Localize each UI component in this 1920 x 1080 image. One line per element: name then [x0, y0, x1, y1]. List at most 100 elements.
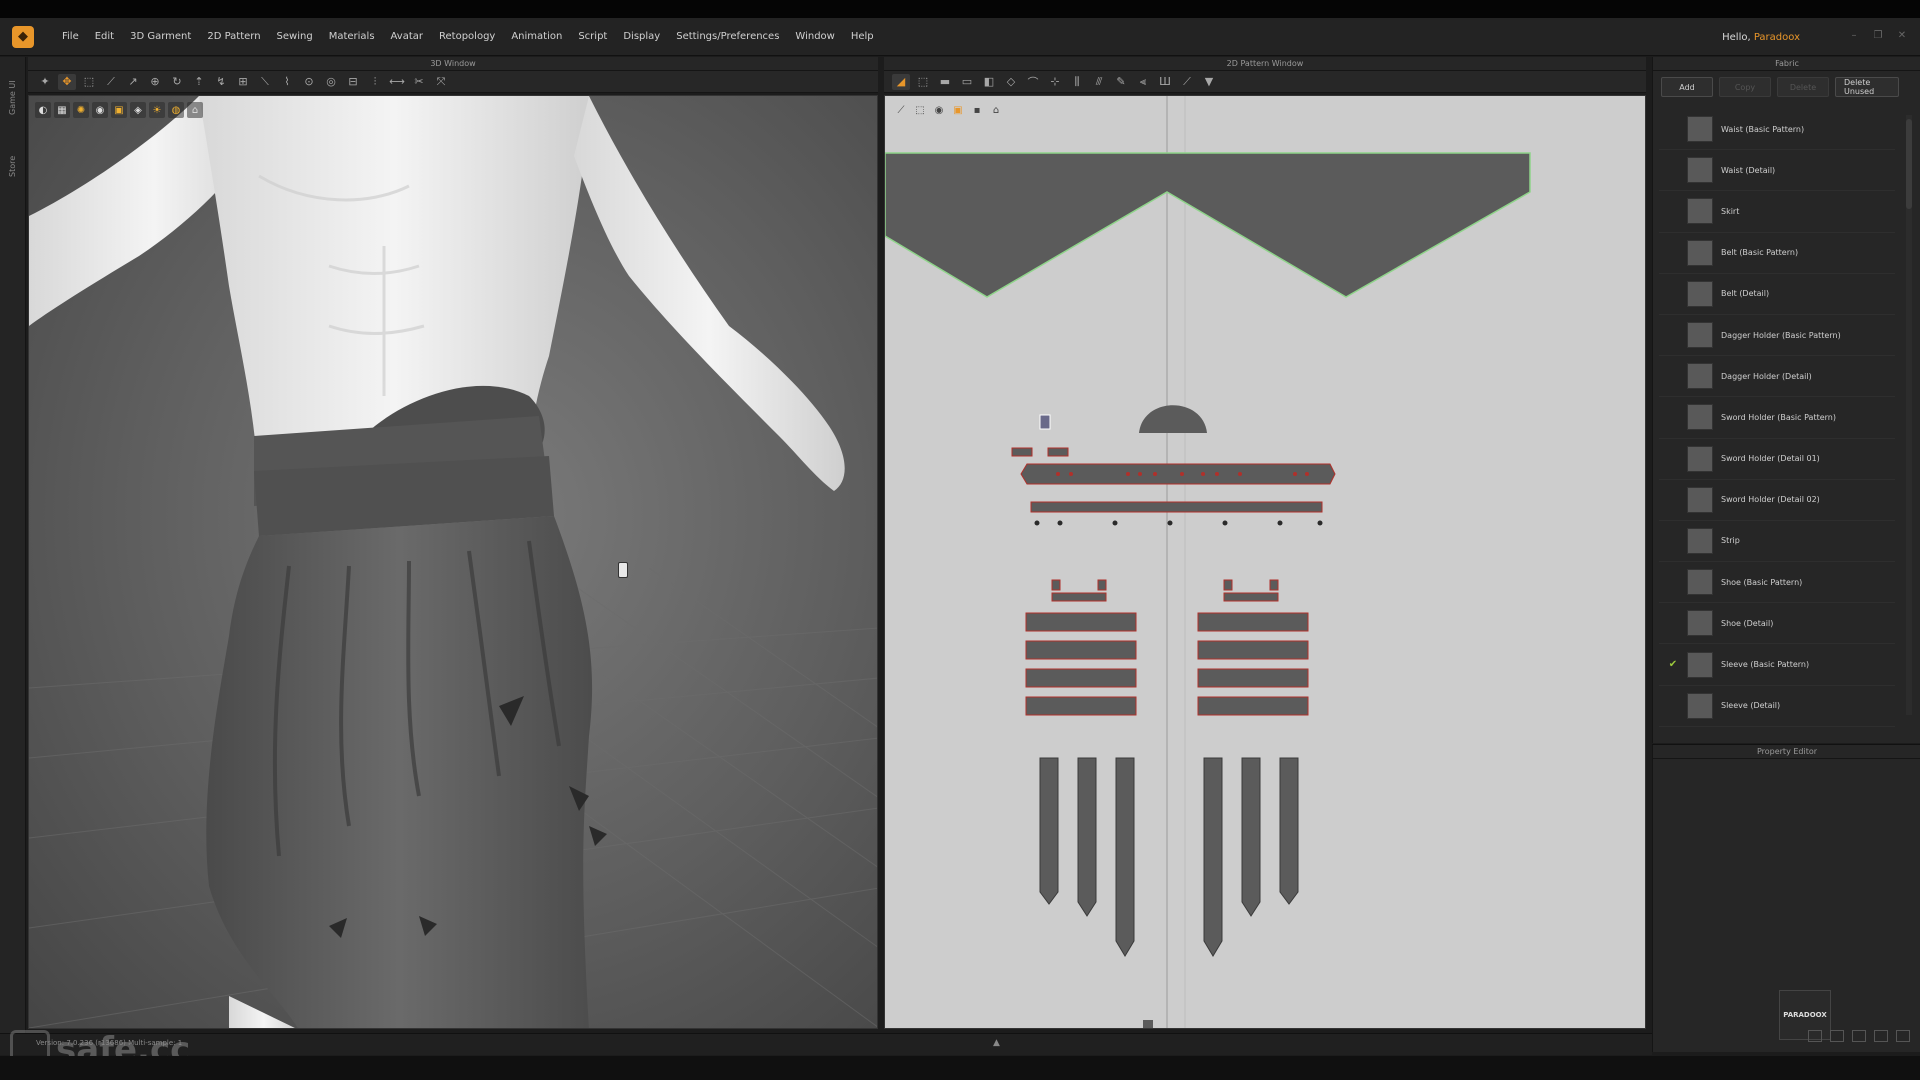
delete-unused-button[interactable]: Delete Unused	[1835, 77, 1899, 97]
lift-icon[interactable]: ⇡	[190, 74, 208, 90]
shading-icon[interactable]: ◍	[168, 102, 184, 118]
free-sewing-icon[interactable]: ⫻	[1090, 74, 1108, 90]
menu-file[interactable]: File	[54, 31, 87, 42]
copy-fabric-button[interactable]: Copy	[1719, 77, 1771, 97]
pin-icon[interactable]: ↗	[124, 74, 142, 90]
add-fabric-button[interactable]: Add	[1661, 77, 1713, 97]
texture-icon[interactable]: ▣	[111, 102, 127, 118]
render-icon[interactable]: ☀	[149, 102, 165, 118]
fabric-list-item[interactable]: Sword Holder (Detail 01)	[1659, 439, 1895, 480]
menu-edit[interactable]: Edit	[87, 31, 122, 42]
layout-single-icon[interactable]	[1808, 1030, 1822, 1042]
menu-window[interactable]: Window	[787, 31, 842, 42]
fabric-list-item[interactable]: Sleeve (Detail)	[1659, 686, 1895, 727]
menu-retopology[interactable]: Retopology	[431, 31, 503, 42]
2d-pattern-viewport[interactable]: ⟋ ⬚ ◉ ▣ ▪ ⌂	[884, 95, 1646, 1029]
delete-fabric-button[interactable]: Delete	[1777, 77, 1829, 97]
restore-icon[interactable]: ❐	[1872, 30, 1884, 42]
pattern-annotation-icon[interactable]: ▼	[1200, 74, 1218, 90]
measure-icon[interactable]: ⟷	[388, 74, 406, 90]
rectangle-icon[interactable]: ▬	[936, 74, 954, 90]
segment-sewing-icon[interactable]: ⫼	[1068, 74, 1086, 90]
menu-script[interactable]: Script	[570, 31, 615, 42]
fold-icon[interactable]: ⟋	[102, 74, 120, 90]
fabric-list-item[interactable]: Shoe (Detail)	[1659, 603, 1895, 645]
fold-arrangement-icon[interactable]: ⫷	[1134, 74, 1152, 90]
move-icon[interactable]: ✥	[58, 73, 76, 90]
zipper-icon[interactable]: ⫶	[366, 74, 384, 90]
add-point-icon[interactable]: ⊹	[1046, 74, 1064, 90]
layout-grid-icon[interactable]	[1874, 1030, 1888, 1042]
menu-display[interactable]: Display	[615, 31, 668, 42]
fabric-list-item[interactable]: Skirt	[1659, 191, 1895, 233]
menu-avatar[interactable]: Avatar	[383, 31, 431, 42]
pleat-icon[interactable]: Ш	[1156, 74, 1174, 90]
buttonhole-icon[interactable]: ⊟	[344, 74, 362, 90]
select-icon[interactable]: ✦	[36, 74, 54, 90]
fabric-swatch[interactable]	[1687, 610, 1713, 637]
fabric-list-item[interactable]: ✔ Sleeve (Basic Pattern)	[1659, 644, 1895, 686]
edit-pattern-icon[interactable]: ⬚	[914, 74, 932, 90]
fabric-swatch[interactable]	[1687, 116, 1713, 143]
menu-2d-pattern[interactable]: 2D Pattern	[199, 31, 268, 42]
fabric-swatch[interactable]	[1687, 239, 1713, 266]
expand-up-icon[interactable]: ▲	[993, 1038, 1000, 1048]
fabric-list-item[interactable]: Shoe (Basic Pattern)	[1659, 562, 1895, 604]
menu-materials[interactable]: Materials	[321, 31, 383, 42]
internal-shape-icon[interactable]: ◧	[980, 74, 998, 90]
gizmo-marker-icon[interactable]	[618, 562, 628, 578]
rotate-icon[interactable]: ↻	[168, 74, 186, 90]
close-icon[interactable]: ✕	[1896, 30, 1908, 42]
minimize-icon[interactable]: –	[1848, 30, 1860, 42]
avatar-display-icon[interactable]: ◐	[35, 102, 51, 118]
app-logo-icon[interactable]: ◆	[12, 25, 34, 48]
tab-store[interactable]: Store	[8, 156, 17, 177]
fabric-list-item[interactable]: Belt (Basic Pattern)	[1659, 233, 1895, 274]
menu-sewing[interactable]: Sewing	[269, 31, 321, 42]
edit-sewing-icon[interactable]: ✎	[1112, 74, 1130, 90]
fabric-swatch[interactable]	[1687, 692, 1713, 719]
segment-icon[interactable]: ⟍	[256, 74, 274, 90]
button-tool-icon[interactable]: ◎	[322, 74, 340, 90]
fabric-swatch[interactable]	[1687, 486, 1713, 513]
fabric-list-item[interactable]: Dagger Holder (Detail)	[1659, 356, 1895, 398]
transform-pattern-icon[interactable]: ◢	[892, 73, 910, 90]
edit-curvature-icon[interactable]: ⌒	[1024, 74, 1042, 90]
fabric-swatch[interactable]	[1687, 157, 1713, 184]
layout-split-icon[interactable]	[1830, 1030, 1844, 1042]
fabric-list-item[interactable]: Sword Holder (Basic Pattern)	[1659, 397, 1895, 439]
fabric-swatch[interactable]	[1687, 322, 1713, 349]
fabric-swatch[interactable]	[1687, 404, 1713, 431]
camera-icon[interactable]: ◉	[92, 102, 108, 118]
grid-icon[interactable]: ⊞	[234, 74, 252, 90]
layout-columns-icon[interactable]	[1852, 1030, 1866, 1042]
sew-icon[interactable]: ⌇	[278, 74, 296, 90]
pin-display-icon[interactable]: ⌂	[187, 102, 203, 118]
menu-help[interactable]: Help	[843, 31, 882, 42]
select-mesh-icon[interactable]: ⬚	[80, 74, 98, 90]
dart-icon[interactable]: ◇	[1002, 74, 1020, 90]
fabric-list-item[interactable]: Sword Holder (Detail 02)	[1659, 480, 1895, 521]
menu-3d-garment[interactable]: 3D Garment	[122, 31, 199, 42]
layout-fullscreen-icon[interactable]	[1896, 1030, 1910, 1042]
polygon-icon[interactable]: ▭	[958, 74, 976, 90]
menu-settings-preferences[interactable]: Settings/Preferences	[668, 31, 787, 42]
fabric-swatch[interactable]	[1687, 527, 1713, 554]
fabric-swatch[interactable]	[1687, 569, 1713, 596]
gizmo-icon[interactable]: ⊕	[146, 74, 164, 90]
fabric-swatch[interactable]	[1687, 445, 1713, 472]
user-name[interactable]: Paradoox	[1754, 32, 1800, 43]
fabric-swatch[interactable]	[1687, 198, 1713, 225]
fabric-swatch[interactable]	[1687, 651, 1713, 678]
fabric-list-item[interactable]: Belt (Detail)	[1659, 274, 1895, 315]
light-icon[interactable]: ✺	[73, 102, 89, 118]
fabric-swatch[interactable]	[1687, 280, 1713, 307]
menu-animation[interactable]: Animation	[503, 31, 570, 42]
3d-viewport[interactable]: ◐ ▦ ✺ ◉ ▣ ◈ ☀ ◍ ⌂	[28, 95, 878, 1029]
tape-icon[interactable]: ⟋	[1178, 74, 1196, 90]
tab-game-ui[interactable]: Game UI	[8, 80, 17, 115]
fabric-list-item[interactable]: Waist (Basic Pattern)	[1659, 109, 1895, 151]
tuck-icon[interactable]: ↯	[212, 74, 230, 90]
cut-icon[interactable]: ✂	[410, 74, 428, 90]
wireframe-icon[interactable]: ▦	[54, 102, 70, 118]
